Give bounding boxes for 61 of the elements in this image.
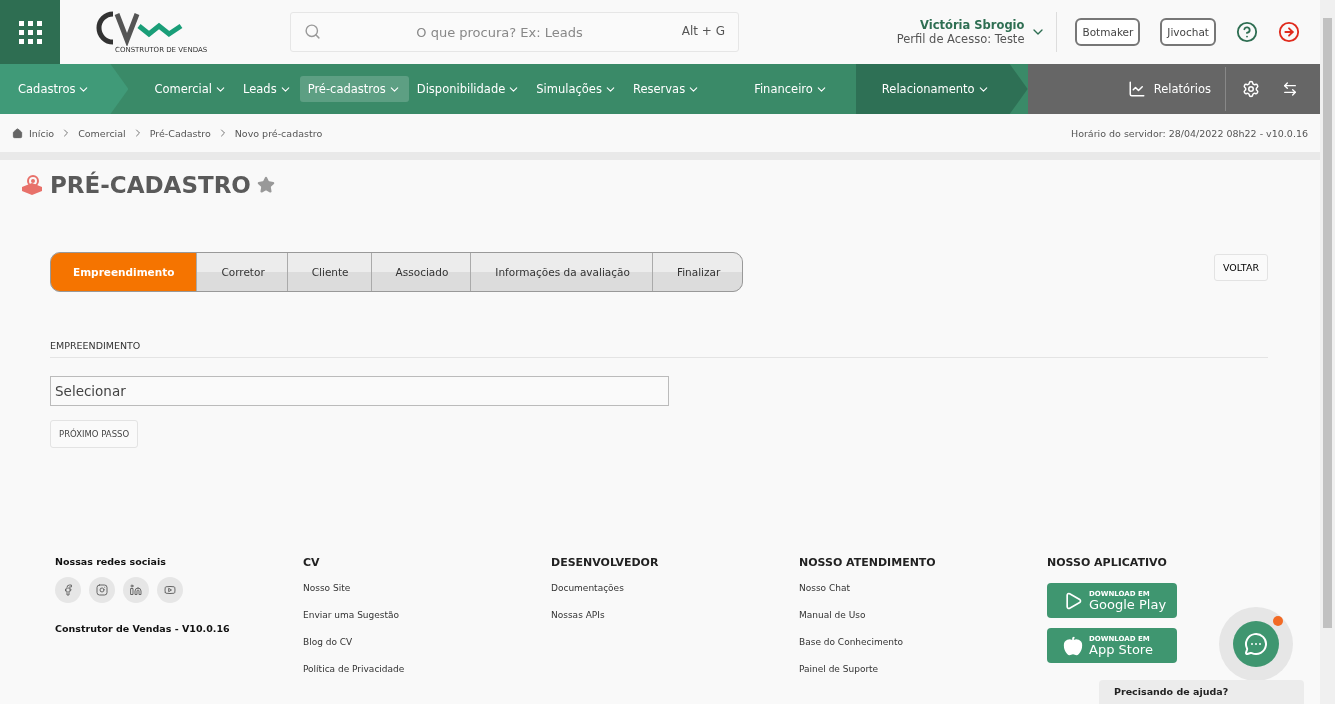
user-name: Victória Sbrogio — [920, 18, 1025, 32]
breadcrumb-link[interactable]: Comercial — [78, 127, 126, 139]
footer-heading: DESENVOLVEDOR — [551, 556, 659, 569]
footer-heading: NOSSO ATENDIMENTO — [799, 556, 936, 569]
facebook-icon[interactable] — [55, 577, 81, 603]
wizard-step[interactable]: Informações da avaliação — [471, 253, 652, 291]
footer-link[interactable]: Base do Conhecimento — [799, 637, 904, 647]
footer-link[interactable]: Enviar uma Sugestão — [303, 610, 400, 620]
help-icon[interactable] — [1236, 21, 1258, 43]
wizard-step[interactable]: Finalizar — [652, 253, 743, 291]
chat-bubble-icon — [1244, 632, 1268, 656]
version-text: Construtor de Vendas - V10.0.16 — [55, 623, 230, 634]
footer-heading: CV — [303, 556, 320, 569]
footer-link[interactable]: Nosso Chat — [799, 583, 851, 593]
nav-menu-item[interactable]: Reservas — [624, 76, 709, 102]
header-button[interactable]: Botmaker — [1075, 18, 1141, 46]
nav-menu-item[interactable]: Leads — [235, 76, 300, 102]
search-icon — [304, 23, 321, 40]
footer-link[interactable]: Documentações — [551, 583, 624, 593]
wizard-step[interactable]: Associado — [371, 253, 471, 291]
footer-link[interactable]: Política de Privacidade — [303, 664, 405, 674]
apps-menu-button[interactable] — [0, 0, 60, 64]
linkedin-icon[interactable] — [123, 577, 149, 603]
breadcrumb-link[interactable]: Início — [29, 127, 55, 139]
logo-icon — [95, 10, 183, 46]
next-step-button[interactable]: PRÓXIMO PASSO — [50, 420, 139, 448]
social-heading: Nossas redes sociais — [55, 556, 166, 567]
nav-menu-item[interactable]: Financeiro — [746, 76, 836, 102]
youtube-icon[interactable] — [157, 577, 183, 603]
shortcut-hint: Alt + G — [681, 24, 725, 38]
user-profile: Perfil de Acesso: Teste — [896, 32, 1025, 46]
favorite-star-icon[interactable] — [256, 176, 275, 194]
instagram-icon[interactable] — [89, 577, 115, 603]
nav-menu-item[interactable]: Comercial — [146, 76, 236, 102]
home-icon — [12, 127, 23, 139]
wizard-step[interactable]: Cliente — [287, 253, 371, 291]
server-time: Horário do servidor: 28/04/2022 08h22 - v10.0.16 — [1071, 127, 1308, 139]
footer-link[interactable]: Blog do CV — [303, 637, 353, 647]
line-chart-icon — [1127, 80, 1146, 98]
play-icon — [1063, 590, 1083, 611]
logout-icon[interactable] — [1278, 21, 1300, 43]
footer-link[interactable]: Nosso Site — [303, 583, 351, 593]
footer-link[interactable]: Manual de Uso — [799, 610, 866, 620]
nav-menu-item[interactable]: Simulações — [528, 76, 625, 102]
footer-link[interactable]: Nossas APIs — [551, 610, 605, 620]
apple-icon — [1063, 635, 1083, 656]
footer-heading: NOSSO APLICATIVO — [1047, 556, 1167, 569]
chat-button[interactable] — [1233, 621, 1279, 667]
breadcrumb-link[interactable]: Pré-Cadastro — [149, 127, 211, 139]
header-button[interactable]: Jivochat — [1160, 18, 1216, 46]
scrollbar[interactable] — [1320, 0, 1335, 704]
nav-menu-item[interactable]: Disponibilidade — [408, 76, 529, 102]
back-button[interactable]: VOLTAR — [1214, 253, 1268, 281]
section-heading: EMPREENDIMENTO — [50, 340, 1268, 358]
wizard-step[interactable]: Corretor — [197, 253, 287, 291]
footer-link[interactable]: Painel de Suporte — [799, 664, 879, 674]
page-title: PRÉ-CADASTRO — [50, 172, 251, 198]
select-field[interactable]: Selecionar — [50, 376, 669, 406]
breadcrumb-link[interactable]: Novo pré-cadastro — [234, 127, 323, 139]
joystick-icon — [20, 175, 44, 195]
help-prompt[interactable]: Precisando de ajuda? — [1099, 680, 1304, 704]
